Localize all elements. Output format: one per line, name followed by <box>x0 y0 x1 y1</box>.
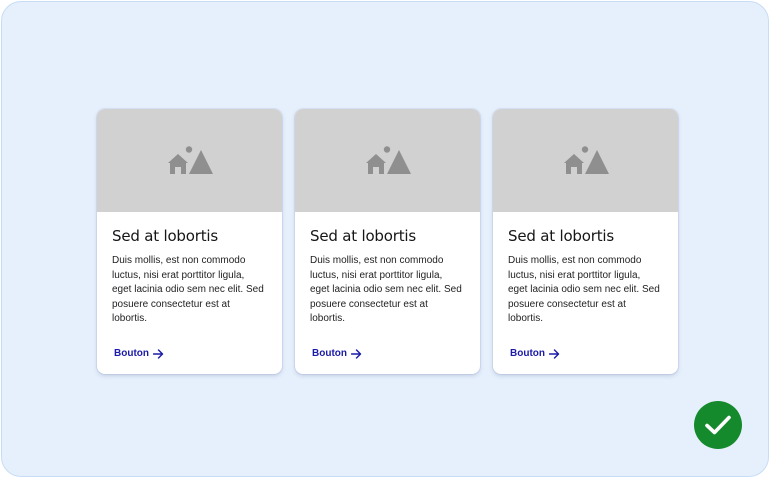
image-placeholder-icon <box>563 145 609 174</box>
image-placeholder-icon <box>365 145 411 174</box>
card-link-button[interactable]: Bouton <box>114 348 164 359</box>
card: Sed at lobortis Duis mollis, est non com… <box>97 109 282 374</box>
card-link-label: Bouton <box>312 348 347 359</box>
example-frame: Sed at lobortis Duis mollis, est non com… <box>1 1 769 477</box>
card-image-placeholder <box>493 109 678 212</box>
card-list: Sed at lobortis Duis mollis, est non com… <box>97 109 678 374</box>
card-link-label: Bouton <box>114 348 149 359</box>
card-title: Sed at lobortis <box>310 227 416 245</box>
card-description: Duis mollis, est non commodo luctus, nis… <box>508 255 660 324</box>
card: Sed at lobortis Duis mollis, est non com… <box>295 109 480 374</box>
card: Sed at lobortis Duis mollis, est non com… <box>493 109 678 374</box>
card-description: Duis mollis, est non commodo luctus, nis… <box>310 255 462 324</box>
arrow-right-icon <box>351 348 362 359</box>
card-title: Sed at lobortis <box>508 227 614 245</box>
card-image-placeholder <box>295 109 480 212</box>
card-link-button[interactable]: Bouton <box>510 348 560 359</box>
arrow-right-icon <box>549 348 560 359</box>
checkmark-icon <box>705 415 731 435</box>
card-link-button[interactable]: Bouton <box>312 348 362 359</box>
card-description: Duis mollis, est non commodo luctus, nis… <box>112 255 264 324</box>
card-link-label: Bouton <box>510 348 545 359</box>
arrow-right-icon <box>153 348 164 359</box>
check-circle-icon <box>694 401 742 449</box>
card-image-placeholder <box>97 109 282 212</box>
image-placeholder-icon <box>167 145 213 174</box>
card-title: Sed at lobortis <box>112 227 218 245</box>
